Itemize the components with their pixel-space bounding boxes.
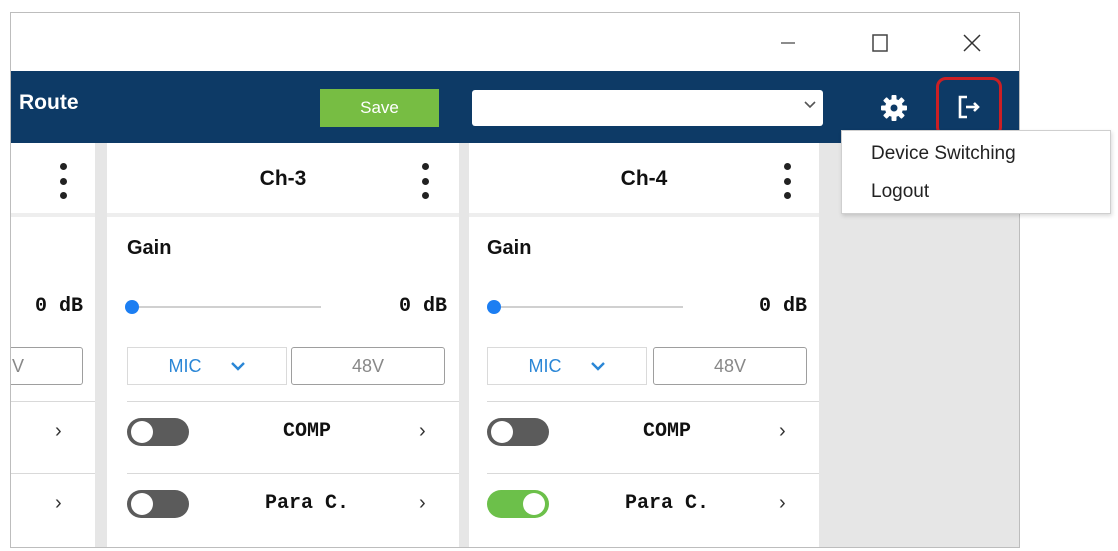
gain-slider-thumb[interactable] xyxy=(487,300,501,314)
input-type-value: MIC xyxy=(168,355,202,376)
chevron-right-icon: › xyxy=(55,492,62,514)
title-bar xyxy=(11,13,1019,71)
minimize-button[interactable] xyxy=(765,23,811,63)
para-c-label: Para C. xyxy=(264,492,349,515)
chevron-right-icon: › xyxy=(55,420,62,442)
comp-row[interactable]: › xyxy=(11,401,95,471)
device-select[interactable] xyxy=(472,90,823,126)
chevron-right-icon: › xyxy=(419,420,426,442)
comp-label: COMP xyxy=(642,420,691,443)
input-type-value: MIC xyxy=(528,355,562,376)
channel-panel-ch3: Ch-3 Gain 0 dB MIC 48V COMP › Para C. › xyxy=(107,143,459,547)
phantom-power-label: V xyxy=(12,355,25,376)
phantom-power-button[interactable]: 48V xyxy=(653,347,807,385)
logout-dropdown-menu: Device Switching Logout xyxy=(841,130,1111,214)
phantom-power-label: 48V xyxy=(713,355,747,376)
gain-label: Gain xyxy=(127,237,172,259)
chevron-down-icon xyxy=(803,97,817,116)
maximize-button[interactable] xyxy=(857,23,903,63)
logout-button[interactable] xyxy=(936,77,1002,137)
more-options-icon[interactable] xyxy=(783,163,791,199)
channel-panel-ch4: Ch-4 Gain 0 dB MIC 48V COMP › Para C. › xyxy=(469,143,819,547)
comp-toggle[interactable] xyxy=(487,418,549,446)
input-type-select[interactable]: MIC xyxy=(127,347,287,385)
gain-value: 0 dB xyxy=(34,295,83,318)
gain-slider-thumb[interactable] xyxy=(125,300,139,314)
chevron-down-icon xyxy=(590,362,605,371)
channel-name: Ch-4 xyxy=(620,167,668,190)
channel-header: Ch-3 xyxy=(107,143,459,217)
more-options-icon[interactable] xyxy=(421,163,429,199)
close-icon xyxy=(963,34,981,52)
gear-icon xyxy=(881,95,907,121)
save-button[interactable]: Save xyxy=(320,89,439,127)
page-title: Route xyxy=(19,91,79,114)
chevron-right-icon: › xyxy=(419,492,426,514)
para-c-toggle[interactable] xyxy=(487,490,549,518)
para-c-label: Para C. xyxy=(624,492,709,515)
close-button[interactable] xyxy=(949,23,995,63)
menu-item-logout[interactable]: Logout xyxy=(871,181,929,203)
chevron-down-icon xyxy=(230,362,245,371)
logout-icon xyxy=(958,95,980,119)
phantom-power-button[interactable]: 48V xyxy=(291,347,445,385)
chevron-right-icon: › xyxy=(779,420,786,442)
para-c-toggle[interactable] xyxy=(127,490,189,518)
para-c-row[interactable]: Para C. › xyxy=(127,473,459,543)
gain-value: 0 dB xyxy=(758,295,807,318)
more-options-icon[interactable] xyxy=(59,163,67,199)
channel-panel-partial: 0 dB V › › xyxy=(11,143,95,547)
channel-header xyxy=(11,143,95,217)
menu-item-device-switching[interactable]: Device Switching xyxy=(871,143,1016,165)
comp-row[interactable]: COMP › xyxy=(127,401,459,471)
gain-value: 0 dB xyxy=(398,295,447,318)
settings-button[interactable] xyxy=(879,93,909,123)
app-window: Route Save 0 dB V › › Ch-3 Gain 0 dB MIC… xyxy=(10,12,1020,548)
para-c-row[interactable]: Para C. › xyxy=(487,473,819,543)
gain-label: Gain xyxy=(487,237,532,259)
gain-slider[interactable] xyxy=(131,306,321,308)
channel-name: Ch-3 xyxy=(259,167,307,190)
maximize-icon xyxy=(872,34,888,52)
input-type-select[interactable]: MIC xyxy=(487,347,647,385)
gain-slider[interactable] xyxy=(493,306,683,308)
channel-header: Ch-4 xyxy=(469,143,819,217)
comp-toggle[interactable] xyxy=(127,418,189,446)
chevron-right-icon: › xyxy=(779,492,786,514)
para-c-row[interactable]: › xyxy=(11,473,95,543)
phantom-power-label: 48V xyxy=(351,355,385,376)
comp-label: COMP xyxy=(282,420,331,443)
minimize-icon xyxy=(781,42,795,44)
phantom-power-button[interactable]: V xyxy=(11,347,83,385)
comp-row[interactable]: COMP › xyxy=(487,401,819,471)
